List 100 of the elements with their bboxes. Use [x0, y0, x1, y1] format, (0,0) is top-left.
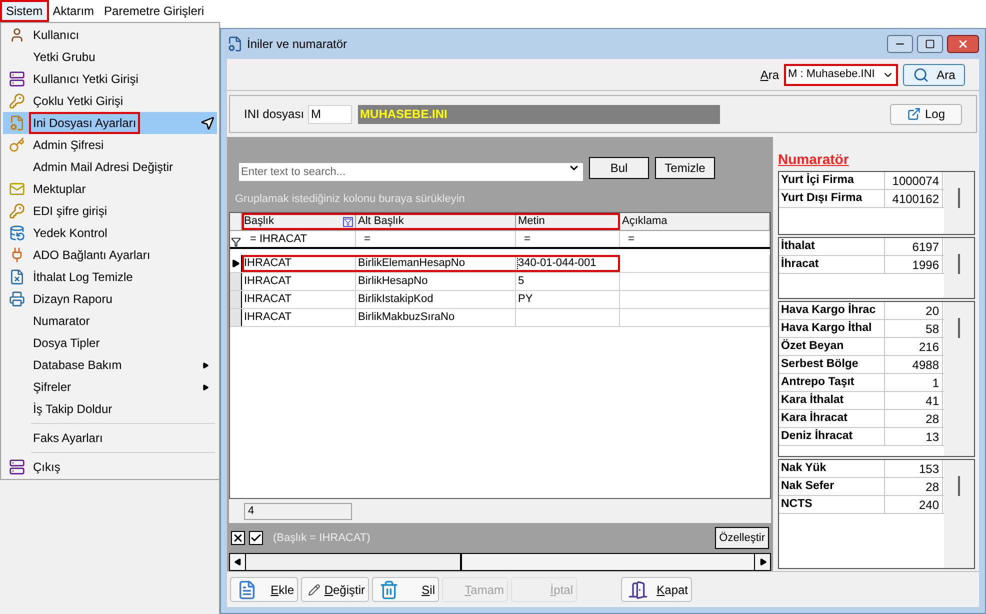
table-cell: 5	[516, 273, 620, 290]
menu-item-label: Kullanıcı Yetki Girişi	[32, 71, 140, 88]
action-button[interactable]: Kapat	[621, 577, 692, 602]
counter-value: 216	[885, 338, 943, 355]
check-icon	[250, 532, 262, 544]
scroll-thumb[interactable]	[958, 476, 960, 496]
row-indicator[interactable]	[230, 291, 242, 308]
menu-item-label: Kullanıcı	[32, 27, 80, 44]
current-row-icon	[231, 259, 240, 268]
counter-label: Antrepo Taşıt	[779, 374, 885, 391]
close-button[interactable]	[947, 35, 979, 53]
table-cell: BirlikHesapNo	[356, 273, 516, 290]
submenu-arrow-icon	[202, 362, 209, 368]
menu-item[interactable]: Dizayn Raporu	[3, 288, 217, 310]
find-button[interactable]: Bul	[589, 156, 649, 178]
action-button[interactable]: Değiştir	[301, 577, 369, 602]
menu-item[interactable]: Database Bakım	[3, 354, 217, 376]
counter-label: Hava Kargo İhrac	[779, 302, 885, 319]
ini-code-field[interactable]: M	[308, 104, 352, 124]
row-count-field: 4	[244, 502, 352, 520]
counter-value: 28	[885, 410, 943, 427]
row-indicator[interactable]	[230, 255, 242, 272]
counter-label: Hava Kargo İthal	[779, 320, 885, 337]
row-indicator[interactable]	[230, 309, 242, 326]
printer-icon	[9, 291, 25, 307]
counter-label: Serbest Bölge	[779, 356, 885, 373]
counter-value: 1996	[885, 256, 943, 273]
menu-item[interactable]: Çıkış	[3, 456, 217, 478]
menu-item[interactable]: Admin Şifresi	[3, 134, 217, 156]
search-field[interactable]: Enter text to search...	[239, 162, 583, 180]
menu-item[interactable]: Mektuplar	[3, 178, 217, 200]
scroll-thumb[interactable]	[958, 318, 960, 338]
filter-cell[interactable]: =	[516, 231, 620, 247]
mouse-cursor-icon	[200, 115, 216, 131]
document-icon	[9, 269, 25, 285]
column-header[interactable]: Alt Başlık	[356, 213, 516, 230]
menubar-item[interactable]: Paremetre Girişleri	[100, 2, 208, 20]
counter-value: 1	[885, 374, 943, 391]
counter-label: Nak Yük	[779, 460, 885, 477]
column-header[interactable]: Açıklama	[620, 213, 770, 230]
menu-item-label: Dosya Tipler	[32, 335, 101, 352]
action-button[interactable]: Sil	[372, 577, 439, 602]
menu-item[interactable]: Kullanıcı Yetki Girişi	[3, 68, 217, 90]
filter-checkbox[interactable]	[249, 531, 263, 545]
customize-button[interactable]: Özelleştir	[715, 527, 769, 549]
action-button[interactable]: Ekle	[230, 577, 298, 602]
filter-cell[interactable]: =	[620, 231, 770, 247]
ini-select[interactable]: M : Muhasebe.INI	[784, 64, 898, 86]
menu-item-label: Şifreler	[32, 379, 72, 396]
scroll-thumb[interactable]	[958, 188, 960, 208]
key-icon	[9, 137, 25, 153]
menu-item[interactable]: Faks Ayarları	[3, 427, 217, 449]
clear-button[interactable]: Temizle	[655, 156, 715, 178]
menu-item[interactable]: EDI şifre girişi	[3, 200, 217, 222]
user-icon	[9, 27, 25, 43]
menu-item[interactable]: İş Takip Doldur	[3, 398, 217, 420]
minimize-button[interactable]	[887, 35, 913, 53]
table-cell: BirlikMakbuzSıraNo	[356, 309, 516, 326]
counter-label: İhracat	[779, 256, 885, 273]
menu-item[interactable]: Ini Dosyası Ayarları	[3, 112, 217, 134]
horizontal-scrollbar[interactable]	[229, 553, 771, 571]
maximize-button[interactable]	[917, 35, 943, 53]
column-header[interactable]: Başlık	[242, 213, 356, 230]
menubar-item[interactable]: Sistem	[2, 2, 47, 20]
menu-item[interactable]: ADO Bağlantı Ayarları	[3, 244, 217, 266]
menu-item-label: Çıkış	[32, 459, 62, 476]
column-header[interactable]: Metin	[516, 213, 620, 230]
scroll-thumb[interactable]	[958, 254, 960, 274]
numerator-title: Numaratör	[778, 150, 850, 169]
clear-filter-icon[interactable]	[231, 531, 245, 545]
menu-item[interactable]: Kullanıcı	[3, 24, 217, 46]
filter-cell[interactable]: = IHRACAT	[242, 231, 356, 247]
counter-label: Özet Beyan	[779, 338, 885, 355]
menu-item[interactable]: Admin Mail Adresi Değiştir	[3, 156, 217, 178]
row-indicator[interactable]	[230, 273, 242, 290]
window-title: İniler ve numaratör	[247, 36, 348, 53]
search-button[interactable]: Ara	[903, 64, 965, 86]
filter-cell[interactable]: =	[356, 231, 516, 247]
log-button[interactable]: Log	[890, 104, 962, 124]
menu-item[interactable]: Dosya Tipler	[3, 332, 217, 354]
scroll-thumb[interactable]	[246, 554, 462, 570]
menu-item-label: Faks Ayarları	[32, 430, 104, 447]
counter-value: 153	[885, 460, 943, 477]
menu-item[interactable]: Numarator	[3, 310, 217, 332]
counter-value: 41	[885, 392, 943, 409]
counter-value: 58	[885, 320, 943, 337]
menu-item-label: İthalat Log Temizle	[32, 269, 134, 286]
backup-icon	[9, 225, 25, 241]
counter-label: İthalat	[779, 238, 885, 255]
menu-item[interactable]: Şifreler	[3, 376, 217, 398]
menu-item-label: Ini Dosyası Ayarları	[31, 114, 138, 132]
menu-item[interactable]: İthalat Log Temizle	[3, 266, 217, 288]
menu-item[interactable]: Yedek Kontrol	[3, 222, 217, 244]
counter-value: 20	[885, 302, 943, 319]
menubar-item[interactable]: Aktarım	[48, 2, 98, 20]
menu-item[interactable]: Çoklu Yetki Girişi	[3, 90, 217, 112]
menu-item[interactable]: Yetki Grubu	[3, 46, 217, 68]
menu-item-label: İş Takip Doldur	[32, 401, 114, 418]
search-icon	[912, 66, 929, 82]
table-cell: PY	[516, 291, 620, 308]
